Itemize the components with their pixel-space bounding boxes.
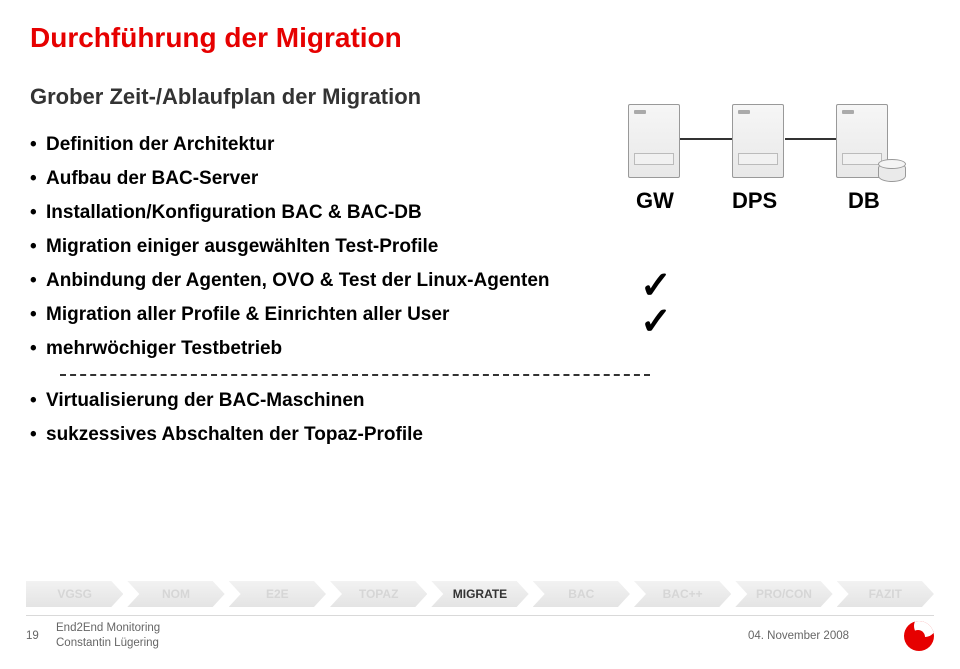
check-icon: ✓ xyxy=(640,267,672,305)
list-item: sukzessives Abschalten der Topaz-Profile xyxy=(30,418,960,452)
check-icon: ✓ xyxy=(640,303,672,341)
diagram-label-gw: GW xyxy=(636,188,674,214)
nav-step-bac: BAC xyxy=(533,581,630,607)
connector-line xyxy=(680,138,732,140)
footer-author: Constantin Lügering xyxy=(56,636,744,651)
list-item: Virtualisierung der BAC-Maschinen xyxy=(30,384,960,418)
list-item: mehrwöchiger Testbetrieb xyxy=(30,332,960,366)
vodafone-logo-icon xyxy=(904,621,934,651)
server-icon xyxy=(628,104,680,178)
footer-date: 04. November 2008 xyxy=(744,630,904,642)
diagram-label-db: DB xyxy=(848,188,880,214)
nav-step-topaz: TOPAZ xyxy=(330,581,427,607)
list-item: Migration aller Profile & Einrichten all… xyxy=(30,298,960,332)
nav-step-migrate: MIGRATE xyxy=(431,581,528,607)
architecture-diagram: GW DPS DB xyxy=(620,98,930,278)
database-icon xyxy=(878,162,906,182)
slide-footer: 19 End2End Monitoring Constantin Lügerin… xyxy=(26,615,934,655)
progress-nav: VGSG NOM E2E TOPAZ MIGRATE BAC BAC++ PRO… xyxy=(26,581,934,607)
nav-step-nom: NOM xyxy=(127,581,224,607)
nav-step-vgsg: VGSG xyxy=(26,581,123,607)
nav-step-e2e: E2E xyxy=(229,581,326,607)
nav-step-fazit: FAZIT xyxy=(837,581,934,607)
slide-title: Durchführung der Migration xyxy=(0,0,960,54)
nav-step-procon: PRO/CON xyxy=(735,581,832,607)
divider xyxy=(60,374,650,376)
connector-line xyxy=(785,138,837,140)
server-icon xyxy=(732,104,784,178)
diagram-label-dps: DPS xyxy=(732,188,777,214)
nav-step-bacpp: BAC++ xyxy=(634,581,731,607)
page-number: 19 xyxy=(26,630,56,642)
footer-title: End2End Monitoring xyxy=(56,621,744,636)
